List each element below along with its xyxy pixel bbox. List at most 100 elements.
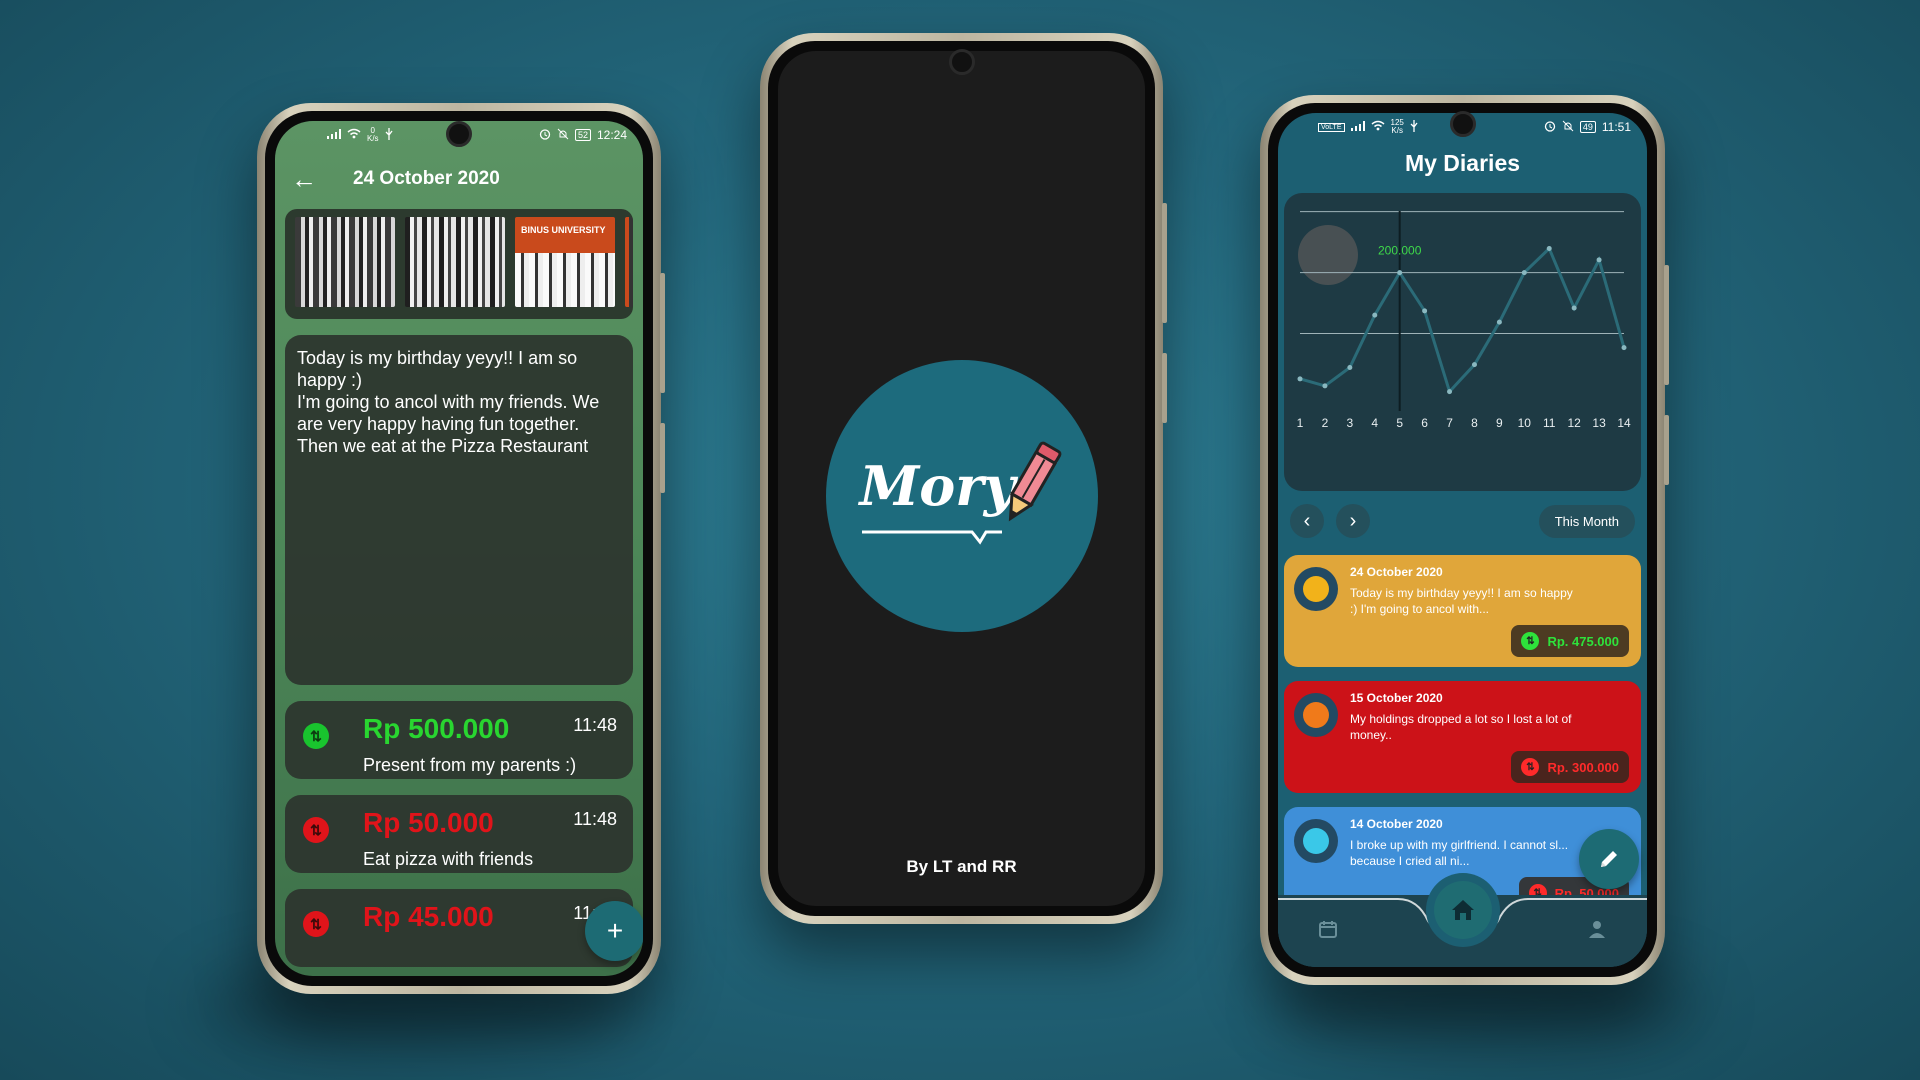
mute-bell-icon (557, 128, 569, 143)
angry-face-icon (1303, 702, 1329, 728)
chart-point[interactable] (1347, 365, 1353, 370)
this-month-button[interactable]: This Month (1538, 504, 1635, 538)
chart-glow-decoration (1298, 225, 1358, 285)
chart-point[interactable] (1596, 257, 1602, 263)
write-diary-button[interactable] (1579, 829, 1639, 889)
expense-arrow-icon: ⇅ (303, 911, 329, 937)
volume-button (660, 273, 665, 393)
chart-point[interactable] (1546, 246, 1552, 251)
previous-period-button[interactable]: ‹ (1290, 504, 1324, 538)
middle-phone: Mory By LT and RR (760, 33, 1167, 924)
chart-point[interactable] (1397, 270, 1403, 276)
person-icon (1589, 921, 1605, 938)
photo-gallery[interactable]: BINUS UNIVERSITY (285, 209, 633, 319)
entry-amount: Rp. 300.000 (1547, 759, 1619, 775)
chart-point[interactable] (1297, 376, 1303, 382)
sad-face-icon (1303, 828, 1329, 854)
chart-point[interactable] (1496, 319, 1502, 325)
usb-icon (385, 127, 393, 143)
volte-icon: VoLTE (1318, 122, 1345, 132)
diary-entry-card[interactable]: 15 October 2020 My holdings dropped a lo… (1284, 681, 1641, 793)
home-tab[interactable] (1433, 881, 1492, 939)
transaction-item[interactable]: ⇅ Rp 50.000 11:48 Eat pizza with friends (285, 795, 633, 873)
add-transaction-button[interactable]: + (585, 901, 643, 961)
amount-badge: ⇅ Rp. 300.000 (1511, 751, 1629, 783)
bottom-navigation (1278, 881, 1647, 967)
chart-x-tick-label: 7 (1446, 416, 1453, 430)
pencil-icon (1601, 851, 1617, 867)
entry-amount: Rp. 475.000 (1547, 633, 1619, 649)
expense-arrow-icon: ⇅ (1521, 758, 1540, 776)
entry-date: 14 October 2020 (1350, 817, 1443, 831)
spending-chart[interactable]: 200.000 1 2 3 4 5 6 7 8 9 10 11 12 13 14 (1284, 193, 1641, 491)
wifi-icon (347, 128, 361, 142)
chart-highlight-label: 200.000 (1378, 244, 1422, 258)
calendar-icon (1319, 921, 1337, 938)
signal-icon (1350, 120, 1365, 134)
chart-point[interactable] (1621, 345, 1627, 351)
entry-preview: My holdings dropped a lot so I lost a lo… (1350, 712, 1572, 742)
photo-thumbnail[interactable] (295, 217, 395, 307)
chart-point[interactable] (1471, 362, 1477, 368)
speech-underline-icon (861, 530, 1002, 545)
entry-date: 24 October 2020 (1350, 565, 1443, 579)
mood-avatar (1294, 567, 1338, 611)
network-speed-unit: K/s (1391, 126, 1403, 135)
home-icon (1451, 900, 1474, 920)
transaction-amount: Rp 45.000 (363, 901, 494, 932)
front-camera (1449, 111, 1476, 137)
chevron-left-icon: ‹ (1303, 509, 1311, 532)
detail-header: ← 24 October 2020 (275, 149, 643, 209)
chart-x-tick-label: 3 (1347, 416, 1354, 430)
expense-arrow-icon: ⇅ (303, 817, 329, 843)
chart-x-tick-label: 10 (1518, 416, 1532, 430)
mood-avatar (1294, 693, 1338, 737)
chart-x-tick-label: 4 (1371, 416, 1378, 430)
diary-text-line: I'm going to ancol with my friends. We a… (297, 392, 600, 456)
network-speed-unit: K/s (367, 134, 379, 143)
chart-x-tick-label: 6 (1421, 416, 1428, 430)
transaction-time: 11:48 (573, 715, 617, 735)
diary-text-card[interactable]: Today is my birthday yeyy!! I am so happ… (285, 335, 633, 685)
status-time: 12:24 (596, 128, 627, 142)
front-camera (948, 49, 975, 75)
logo-text: Mory (859, 454, 1016, 518)
profile-tab[interactable] (1587, 919, 1607, 944)
entry-preview: Today is my birthday yeyy!! I am so happ… (1350, 586, 1573, 616)
chart-point[interactable] (1322, 383, 1328, 389)
wifi-icon (1371, 120, 1385, 134)
chart-point[interactable] (1521, 270, 1527, 276)
amount-badge: ⇅ Rp. 475.000 (1511, 625, 1629, 657)
transaction-item[interactable]: ⇅ Rp 45.000 11:49 (285, 889, 633, 967)
power-button (660, 423, 665, 493)
entry-preview: I broke up with my girlfriend. I cannot … (1350, 838, 1569, 868)
transaction-note: Present from my parents :) (363, 755, 577, 775)
income-arrow-icon: ⇅ (303, 723, 329, 749)
photo-thumbnail[interactable] (405, 217, 505, 307)
chart-x-tick-label: 12 (1567, 416, 1581, 430)
front-camera (446, 121, 472, 147)
alarm-icon (539, 128, 551, 143)
photo-thumbnail[interactable]: BINUS UNIVERSITY (515, 217, 615, 307)
battery-indicator: 52 (574, 129, 591, 141)
chart-point[interactable] (1372, 312, 1378, 318)
photo-thumbnail[interactable] (625, 217, 633, 307)
credit-text: By LT and RR (906, 857, 1017, 876)
pencil-icon (1008, 441, 1061, 522)
back-arrow-icon[interactable]: ← (291, 164, 317, 195)
diary-entry-card[interactable]: 24 October 2020 Today is my birthday yey… (1284, 555, 1641, 667)
next-period-button[interactable]: › (1336, 504, 1370, 538)
chart-point[interactable] (1422, 308, 1428, 314)
transaction-item[interactable]: ⇅ Rp 500.000 11:48 Present from my paren… (285, 701, 633, 779)
chart-x-tick-label: 9 (1496, 416, 1503, 430)
chart-navigation: ‹ › This Month (1278, 491, 1647, 551)
mood-avatar (1294, 819, 1338, 863)
battery-indicator: 49 (1579, 121, 1596, 133)
chart-x-tick-label: 8 (1471, 416, 1478, 430)
volume-button (1664, 265, 1669, 385)
chart-x-tick-label: 14 (1617, 416, 1631, 430)
calendar-tab[interactable] (1318, 919, 1338, 944)
chart-point[interactable] (1447, 389, 1453, 395)
photo-banner-text: BINUS UNIVERSITY (521, 225, 606, 235)
chart-point[interactable] (1571, 305, 1577, 311)
